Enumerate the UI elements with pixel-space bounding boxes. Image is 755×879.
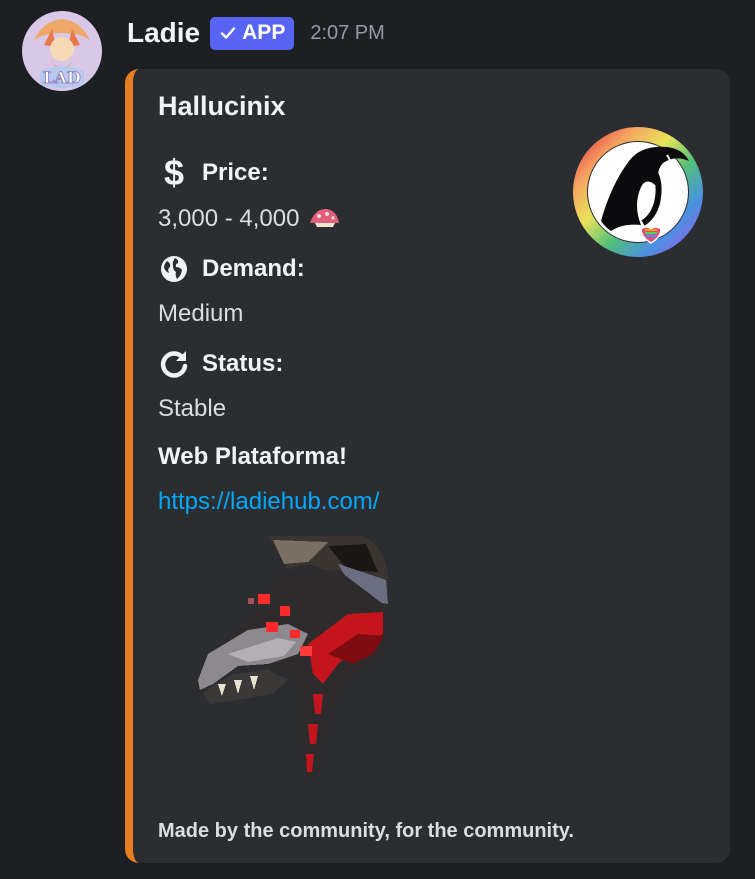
field-status-value: Stable	[158, 395, 227, 422]
author-name[interactable]: Ladie	[127, 17, 200, 49]
author-avatar[interactable]: LAD	[22, 11, 102, 91]
field-status-name: Status:	[158, 348, 283, 380]
community-avatar-image: LAD	[22, 11, 102, 91]
price-range-text: 3,000 - 4,000	[158, 205, 300, 232]
field-web-name: Web Plataforma!	[158, 443, 347, 471]
dollar-sign-icon: $	[163, 152, 185, 193]
field-demand-label: Demand:	[202, 255, 305, 282]
field-price-value: 3,000 - 4,000	[158, 205, 341, 233]
globe-icon	[158, 253, 190, 285]
field-web-label: Web Plataforma!	[158, 443, 347, 470]
app-badge: APP	[210, 16, 295, 50]
field-demand-name: Demand:	[158, 253, 305, 285]
field-status-label: Status:	[202, 350, 284, 377]
field-price-name: $ Price:	[158, 152, 269, 193]
message-header: Ladie APP 2:07 PM	[127, 13, 385, 53]
message-timestamp: 2:07 PM	[310, 21, 385, 44]
creature-head-pixel-art[interactable]	[188, 534, 433, 784]
svg-text:LAD: LAD	[43, 68, 81, 87]
embed-footer: Made by the community, for the community…	[158, 820, 574, 842]
embed-card: Hallucinix $ Price: 3,000 - 4,000 Demand…	[125, 69, 730, 863]
app-badge-label: APP	[242, 21, 286, 44]
checkmark-icon	[220, 27, 236, 39]
web-link[interactable]: https://ladiehub.com/	[158, 488, 379, 516]
embed-title: Hallucinix	[158, 91, 286, 121]
chat-message: LAD Ladie APP 2:07 PM Hallucinix $ Price…	[0, 0, 755, 879]
pride-rainbow-ring-logo[interactable]	[571, 125, 705, 259]
field-demand-value: Medium	[158, 300, 244, 327]
mushroom-icon	[310, 208, 340, 227]
field-price-label: Price:	[202, 159, 269, 186]
refresh-icon	[158, 348, 190, 380]
